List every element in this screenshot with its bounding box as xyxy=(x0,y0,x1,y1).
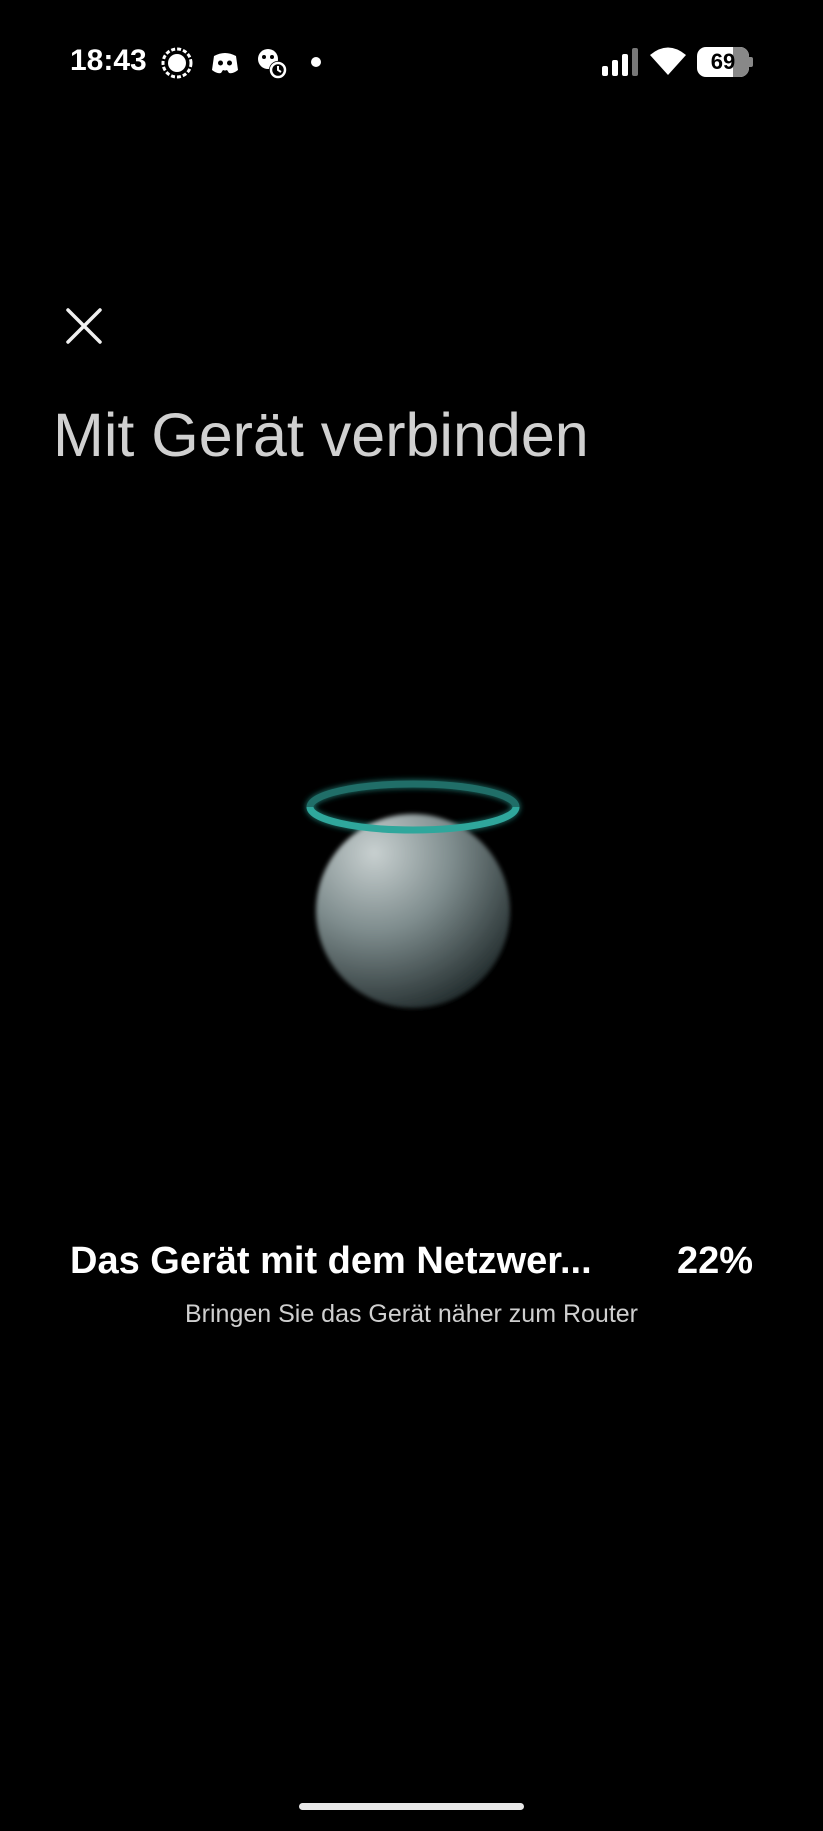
progress-status-text: Das Gerät mit dem Netzwer... xyxy=(70,1240,592,1282)
discord-icon xyxy=(208,46,242,85)
page-title: Mit Gerät verbinden xyxy=(53,401,589,469)
clock-app-icon xyxy=(254,46,290,87)
device-illustration xyxy=(290,770,540,1020)
close-icon xyxy=(66,308,102,344)
cellular-signal-icon xyxy=(601,48,641,81)
status-time: 18:43 xyxy=(70,44,147,77)
signal-messenger-icon xyxy=(160,46,194,85)
smart-device-icon xyxy=(306,780,520,1008)
more-notifications-dot xyxy=(311,57,321,67)
battery-level: 69 xyxy=(710,49,736,74)
connection-progress: Das Gerät mit dem Netzwer... 22% xyxy=(70,1240,753,1283)
battery-indicator: 69 xyxy=(697,47,753,77)
status-bar: 18:43 69 xyxy=(0,0,823,124)
progress-hint: Bringen Sie das Gerät näher zum Router xyxy=(184,1300,638,1328)
close-button[interactable] xyxy=(64,306,104,346)
progress-percent: 22% xyxy=(676,1240,753,1282)
home-indicator[interactable] xyxy=(299,1803,524,1810)
wifi-icon xyxy=(649,46,687,81)
